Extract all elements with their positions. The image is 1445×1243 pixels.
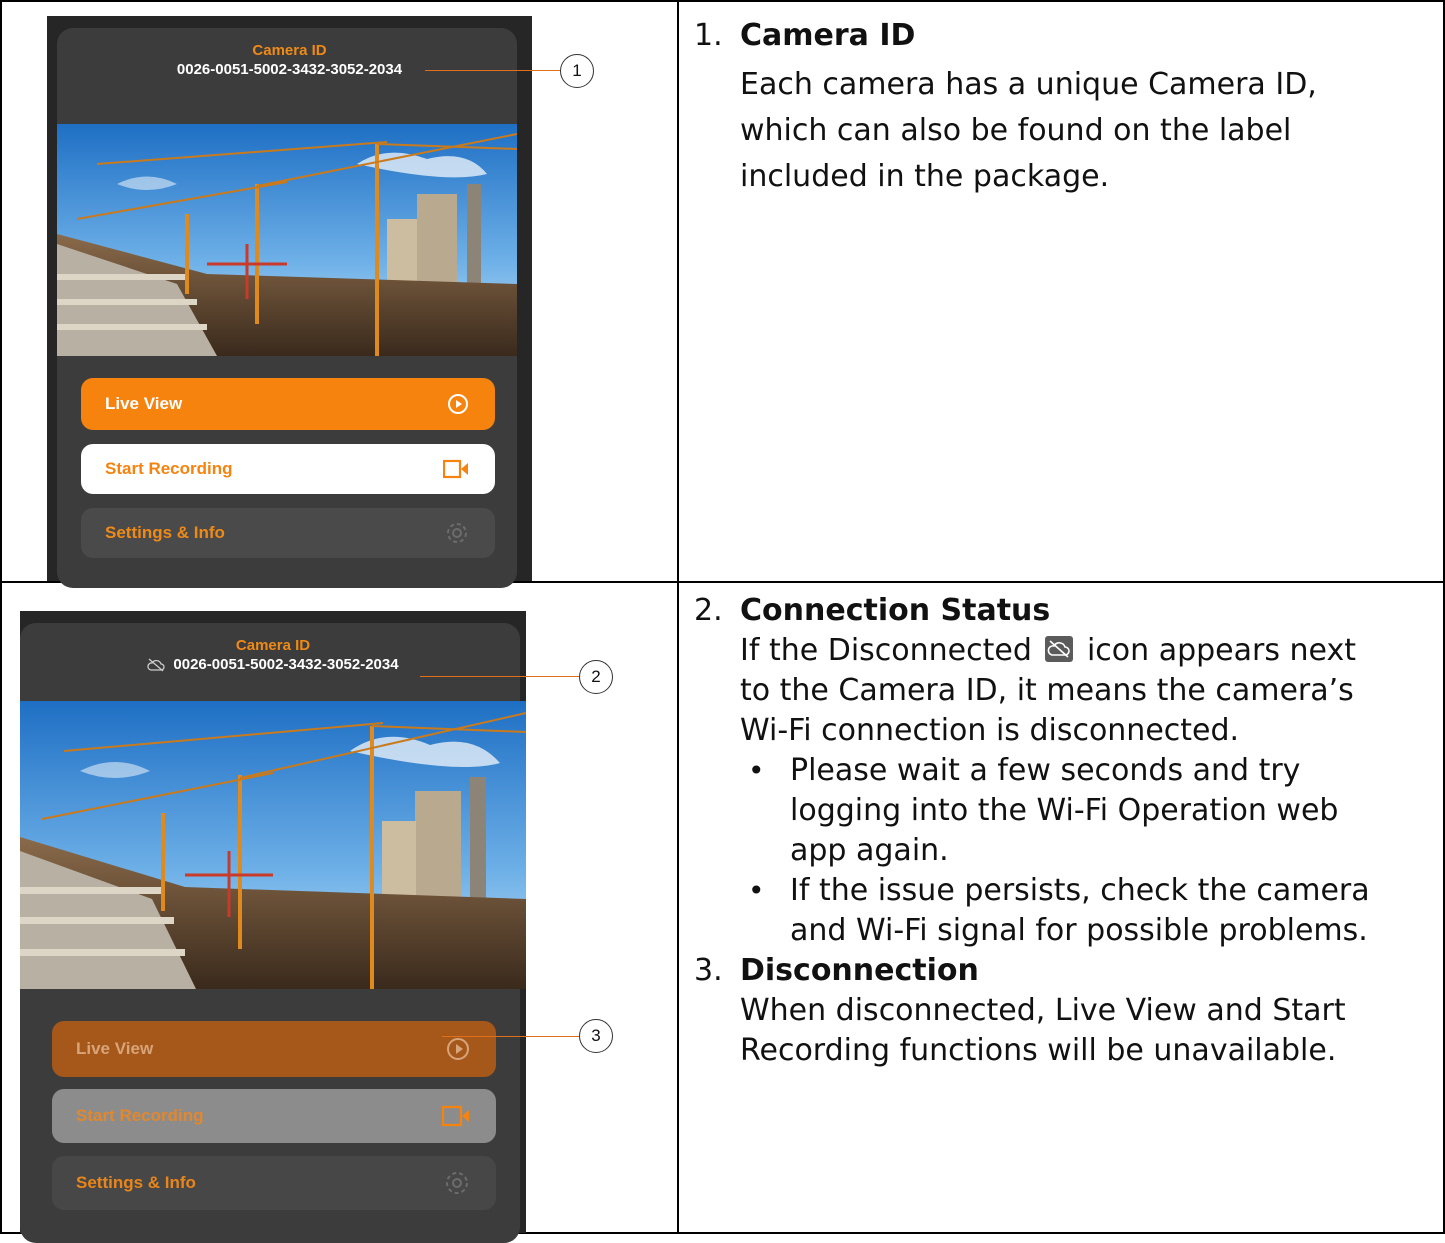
- construction-site-image: [20, 701, 526, 989]
- row2-left-cell: Camera ID 0026-0051-5002-3432-3052-2034: [0, 581, 679, 1243]
- item-2-number: 2.: [694, 593, 723, 628]
- instruction-table: Camera ID 0026-0051-5002-3432-3052-2034: [0, 0, 1445, 1243]
- live-view-button-disabled: Live View: [52, 1021, 496, 1077]
- callout-line-2: [420, 676, 580, 677]
- video-camera-icon: [442, 1105, 469, 1127]
- camera-snapshot: [57, 124, 517, 356]
- start-recording-button-disabled: Start Recording: [52, 1089, 496, 1143]
- gear-icon: [447, 523, 467, 543]
- item-1-number: 1.: [694, 18, 723, 53]
- bullet-retry: Please wait a few seconds and try loggin…: [740, 751, 1400, 871]
- callout-marker-3: 3: [579, 1019, 613, 1053]
- item-2-bullets: Please wait a few seconds and try loggin…: [694, 751, 1400, 951]
- item-1-body: Each camera has a unique Camera ID, whic…: [740, 67, 1317, 194]
- row2-right-cell: 2. Connection Status If the Disconnected …: [677, 581, 1445, 1234]
- item-3-title: 3. Disconnection: [694, 951, 1394, 991]
- callout-line-3: [442, 1036, 582, 1037]
- row1-right-cell: 1. Camera ID Each camera has a unique Cam…: [677, 0, 1445, 583]
- bullet-check-signal: If the issue persists, check the camera …: [740, 871, 1400, 951]
- start-recording-label: Start Recording: [76, 1106, 204, 1125]
- settings-info-label: Settings & Info: [105, 523, 225, 542]
- item-1-heading: Camera ID: [740, 18, 916, 53]
- cloud-off-icon: [147, 658, 165, 671]
- start-recording-button[interactable]: Start Recording: [81, 444, 495, 494]
- camera-id-text: 0026-0051-5002-3432-3052-2034: [176, 61, 403, 78]
- camera-id-header: Camera ID 0026-0051-5002-3432-3052-2034: [47, 42, 532, 79]
- construction-site-image: [57, 124, 517, 356]
- row1-left-cell: Camera ID 0026-0051-5002-3432-3052-2034: [0, 0, 679, 588]
- camera-snapshot: [20, 701, 526, 989]
- item-2-body: If the Disconnected icon appears next to…: [694, 631, 1390, 751]
- description-item-2: 2. Connection Status If the Disconnected …: [694, 591, 1394, 1071]
- item-3-heading: Disconnection: [740, 953, 979, 988]
- play-circle-icon: [447, 1038, 469, 1060]
- item-2-title: 2. Connection Status: [694, 591, 1394, 631]
- live-view-label: Live View: [76, 1039, 154, 1058]
- play-circle-icon: [448, 394, 468, 414]
- item-2-body-start: If the Disconnected: [740, 633, 1032, 668]
- settings-info-label: Settings & Info: [76, 1173, 196, 1192]
- app-screenshot-1: Camera ID 0026-0051-5002-3432-3052-2034: [47, 16, 532, 588]
- callout-marker-2: 2: [579, 660, 613, 694]
- settings-info-button[interactable]: Settings & Info: [81, 508, 495, 558]
- item-3-number: 3.: [694, 953, 723, 988]
- settings-info-button[interactable]: Settings & Info: [52, 1156, 496, 1210]
- app-screenshot-2: Camera ID 0026-0051-5002-3432-3052-2034: [20, 611, 526, 1243]
- camera-id-value: 0026-0051-5002-3432-3052-2034: [177, 61, 402, 78]
- callout-marker-1: 1: [560, 54, 594, 88]
- cloud-off-icon: [1045, 636, 1074, 662]
- item-3-body: When disconnected, Live View and Start R…: [740, 993, 1346, 1068]
- live-view-button[interactable]: Live View: [81, 378, 495, 430]
- callout-line-1: [425, 70, 561, 71]
- item-1-title: 1. Camera ID: [694, 16, 1354, 56]
- start-recording-label: Start Recording: [105, 459, 233, 478]
- description-item-1: 1. Camera ID Each camera has a unique Cam…: [694, 16, 1354, 200]
- camera-id-label: Camera ID: [252, 42, 327, 59]
- gear-icon: [446, 1172, 468, 1194]
- camera-id-value: 0026-0051-5002-3432-3052-2034: [147, 656, 399, 673]
- live-view-label: Live View: [105, 394, 183, 413]
- camera-id-label: Camera ID: [235, 637, 311, 654]
- camera-id-header-disconnected: Camera ID 0026-0051-5002-3432-3052-2034: [20, 637, 526, 677]
- camera-id-text: 0026-0051-5002-3432-3052-2034: [173, 656, 399, 673]
- video-camera-icon: [443, 459, 468, 479]
- item-2-heading: Connection Status: [740, 593, 1051, 628]
